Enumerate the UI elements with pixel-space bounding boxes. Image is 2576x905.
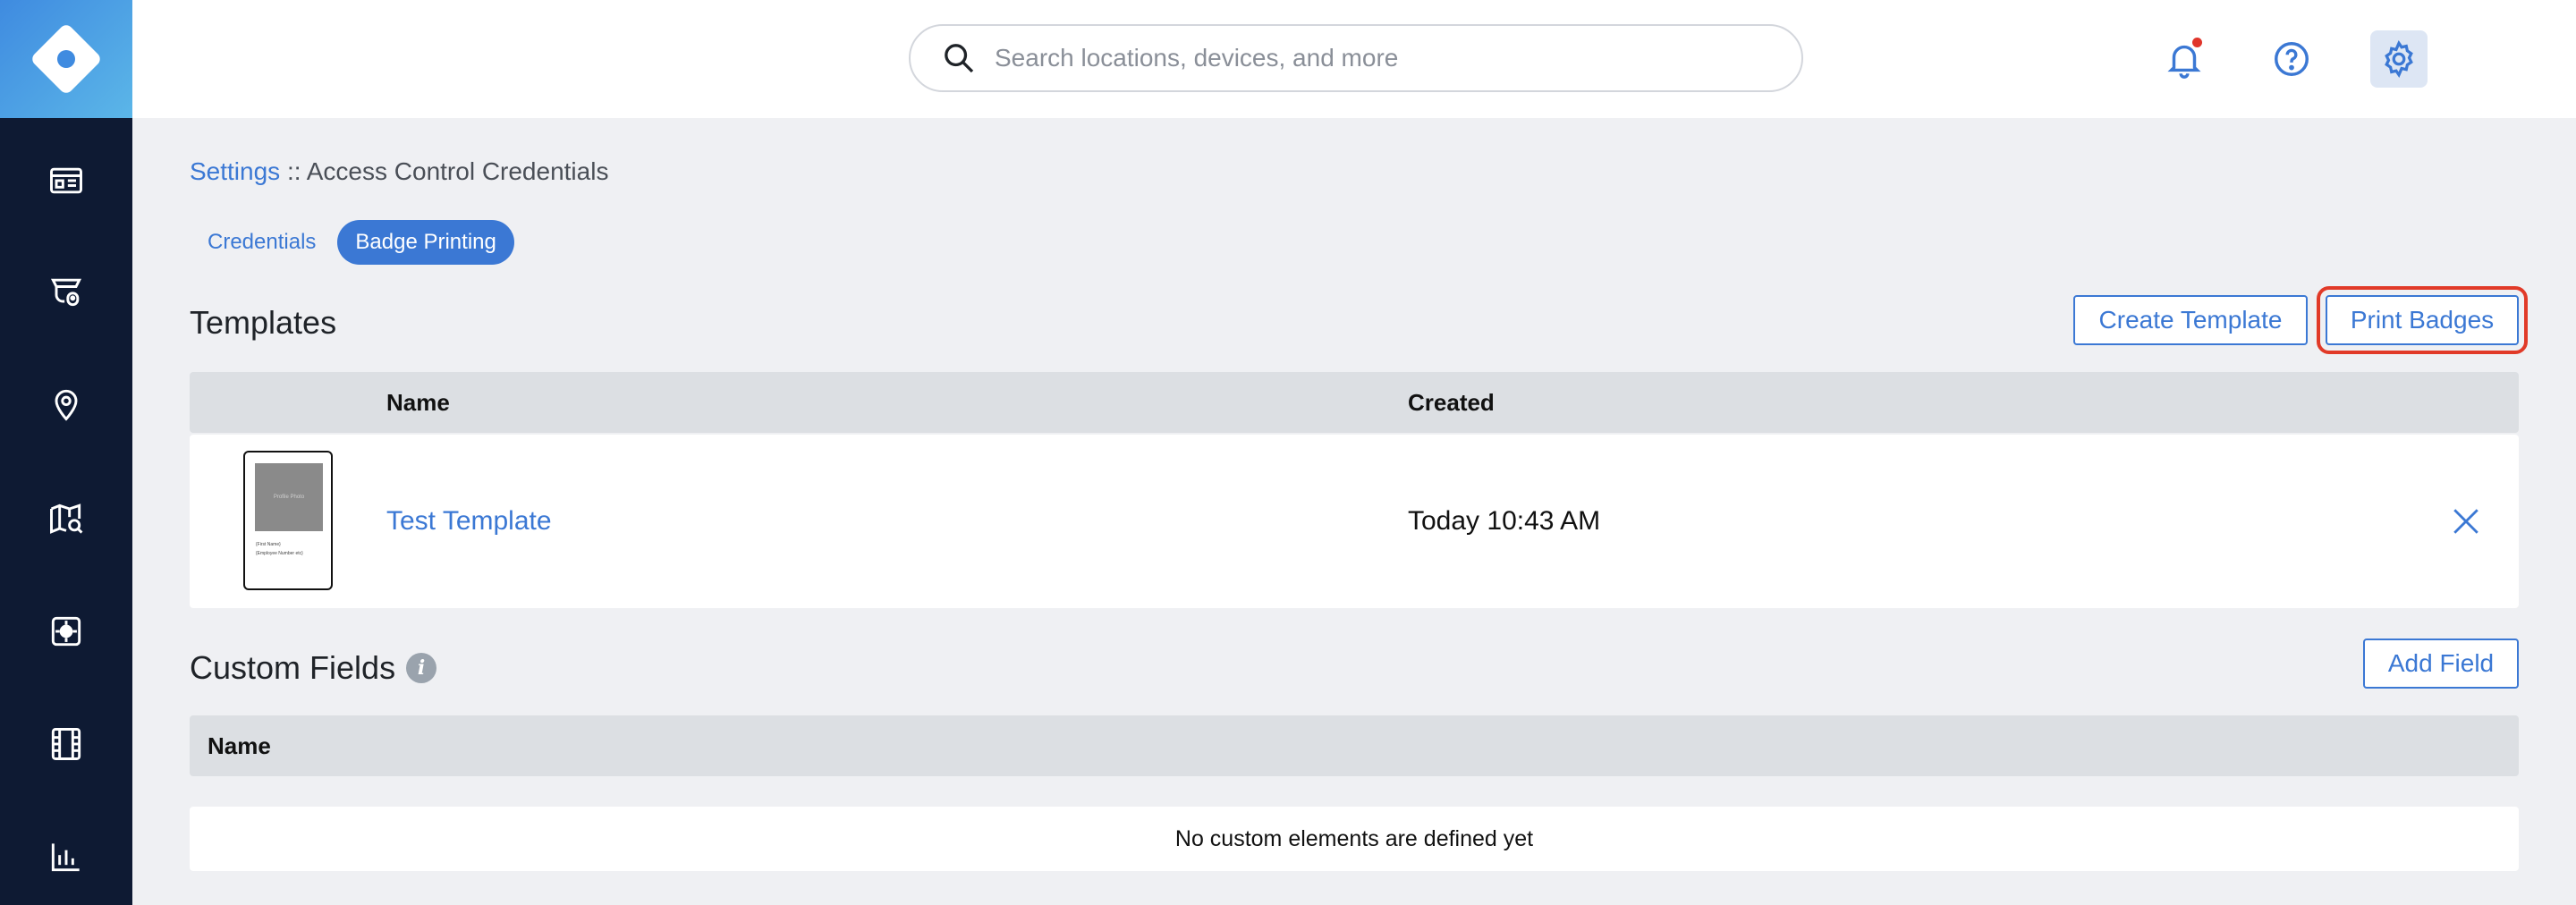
- templates-table-header: Name Created: [190, 372, 2519, 433]
- dashboard-icon: [50, 167, 82, 194]
- search-box[interactable]: [909, 24, 1803, 92]
- map-search-icon: [50, 503, 83, 534]
- sidebar-item-dashboard[interactable]: [0, 145, 132, 216]
- search-input[interactable]: [995, 44, 1764, 72]
- gear-icon: [2385, 40, 2413, 78]
- thumbnail-line-2: {Employee Number etc}: [256, 551, 303, 556]
- analytics-chart-icon: [51, 843, 80, 872]
- help-icon: [2275, 42, 2309, 76]
- custom-fields-empty-state: No custom elements are defined yet: [190, 807, 2519, 871]
- video-film-icon: [51, 728, 81, 760]
- thumbnail-photo-placeholder: Profile Photo: [255, 463, 323, 531]
- sidebar: [0, 0, 132, 905]
- close-icon: [2453, 509, 2479, 534]
- breadcrumb: Settings :: Access Control Credentials: [190, 157, 608, 186]
- sidebar-item-locations[interactable]: [0, 368, 132, 440]
- settings-button[interactable]: [2370, 30, 2428, 88]
- camera-device-icon: [50, 278, 82, 307]
- add-field-button[interactable]: Add Field: [2363, 639, 2519, 689]
- sidebar-item-video[interactable]: [0, 708, 132, 780]
- print-badges-button[interactable]: Print Badges: [2326, 295, 2519, 345]
- search-icon: [945, 44, 974, 73]
- custom-fields-title: Custom Fields: [190, 649, 396, 686]
- sidebar-item-devices[interactable]: [0, 256, 132, 327]
- empty-state-text: No custom elements are defined yet: [1174, 825, 1534, 851]
- logo-diamond-icon: [29, 21, 104, 97]
- notifications-button[interactable]: [2156, 30, 2213, 88]
- sidebar-item-map-search[interactable]: [0, 483, 132, 554]
- delete-template-button[interactable]: [2444, 499, 2488, 544]
- access-control-icon: [51, 616, 81, 647]
- templates-title: Templates: [190, 304, 337, 341]
- sidebar-item-analytics[interactable]: [0, 821, 132, 892]
- column-header-created[interactable]: Created: [1408, 372, 1495, 433]
- create-template-button[interactable]: Create Template: [2073, 295, 2308, 345]
- custom-fields-section-title: Custom Fields i: [190, 649, 437, 687]
- thumbnail-line-1: {First Name}: [256, 542, 281, 547]
- notification-dot: [2192, 38, 2202, 47]
- info-icon[interactable]: i: [406, 653, 437, 683]
- custom-fields-table-header: Name: [190, 715, 2519, 776]
- breadcrumb-settings-link[interactable]: Settings: [190, 157, 280, 185]
- template-thumbnail[interactable]: Profile Photo {First Name} {Employee Num…: [243, 451, 333, 590]
- tab-bar: Credentials Badge Printing: [190, 220, 514, 265]
- thumbnail-photo-label: Profile Photo: [273, 495, 305, 500]
- template-name-link[interactable]: Test Template: [386, 435, 552, 608]
- table-row: Profile Photo {First Name} {Employee Num…: [190, 435, 2519, 608]
- sidebar-item-access-control[interactable]: [0, 596, 132, 667]
- breadcrumb-current: Access Control Credentials: [306, 157, 609, 185]
- tab-badge-printing[interactable]: Badge Printing: [337, 220, 514, 265]
- column-header-field-name[interactable]: Name: [208, 715, 271, 776]
- tab-credentials[interactable]: Credentials: [190, 220, 334, 265]
- top-bar: ET: [132, 0, 2576, 118]
- help-button[interactable]: [2263, 30, 2320, 88]
- app-logo[interactable]: [0, 0, 132, 118]
- location-pin-icon: [55, 389, 78, 421]
- template-created-date: Today 10:43 AM: [1408, 506, 1601, 536]
- column-header-name[interactable]: Name: [386, 372, 450, 433]
- breadcrumb-separator: ::: [280, 157, 307, 185]
